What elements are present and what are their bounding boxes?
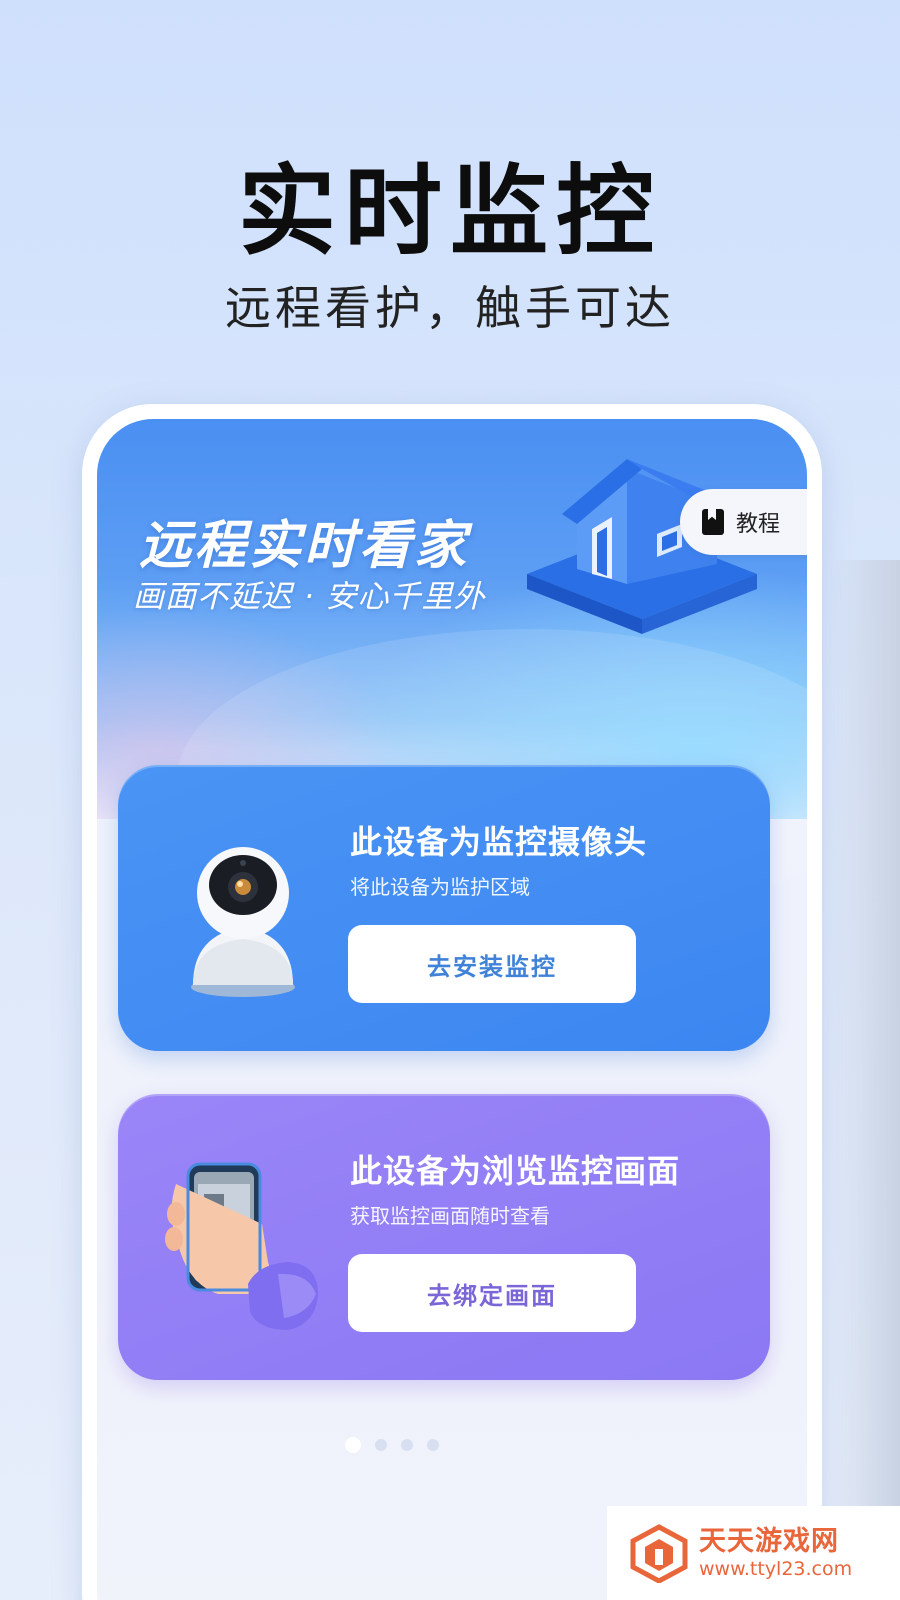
watermark-url: www.ttyl23.com bbox=[699, 1558, 853, 1580]
bookmark-icon bbox=[702, 509, 724, 535]
pagination-dot[interactable] bbox=[427, 1439, 439, 1451]
phone-mockup: 远程实时看家 画面不延迟 · 安心千里外 教程 此设备为监控摄像头 将此设备为监… bbox=[82, 404, 822, 1600]
install-monitor-button[interactable]: 去安装监控 bbox=[348, 925, 636, 1003]
phone-screen: 远程实时看家 画面不延迟 · 安心千里外 教程 此设备为监控摄像头 将此设备为监… bbox=[97, 419, 807, 1600]
background-shade bbox=[830, 560, 900, 1600]
pagination-dot[interactable] bbox=[345, 1437, 361, 1453]
camera-card-title: 此设备为监控摄像头 bbox=[350, 823, 648, 861]
pagination-dot[interactable] bbox=[375, 1439, 387, 1451]
hero-subtitle: 画面不延迟 · 安心千里外 bbox=[133, 579, 486, 615]
pagination-dot[interactable] bbox=[401, 1439, 413, 1451]
watermark-logo-icon bbox=[630, 1524, 688, 1583]
viewer-mode-card[interactable]: 此设备为浏览监控画面 获取监控画面随时查看 去绑定画面 bbox=[118, 1094, 770, 1380]
pagination-dots bbox=[97, 1435, 807, 1455]
camera-mode-card[interactable]: 此设备为监控摄像头 将此设备为监护区域 去安装监控 bbox=[118, 765, 770, 1051]
bind-screen-button[interactable]: 去绑定画面 bbox=[348, 1254, 636, 1332]
viewer-card-description: 获取监控画面随时查看 bbox=[350, 1204, 550, 1228]
watermark-name: 天天游戏网 bbox=[699, 1526, 839, 1557]
camera-card-description: 将此设备为监护区域 bbox=[350, 875, 530, 899]
hero-title: 远程实时看家 bbox=[139, 516, 470, 576]
phone-in-hand-icon bbox=[165, 1162, 318, 1330]
viewer-card-title: 此设备为浏览监控画面 bbox=[350, 1152, 681, 1190]
tutorial-button[interactable]: 教程 bbox=[680, 489, 807, 555]
page-subtitle: 远程看护，触手可达 bbox=[225, 281, 675, 335]
site-watermark: 天天游戏网 www.ttyl23.com bbox=[607, 1506, 900, 1600]
security-camera-icon bbox=[191, 847, 295, 997]
tutorial-label: 教程 bbox=[736, 512, 781, 537]
hero-banner: 远程实时看家 画面不延迟 · 安心千里外 bbox=[97, 419, 807, 929]
page-title: 实时监控 bbox=[237, 155, 662, 269]
